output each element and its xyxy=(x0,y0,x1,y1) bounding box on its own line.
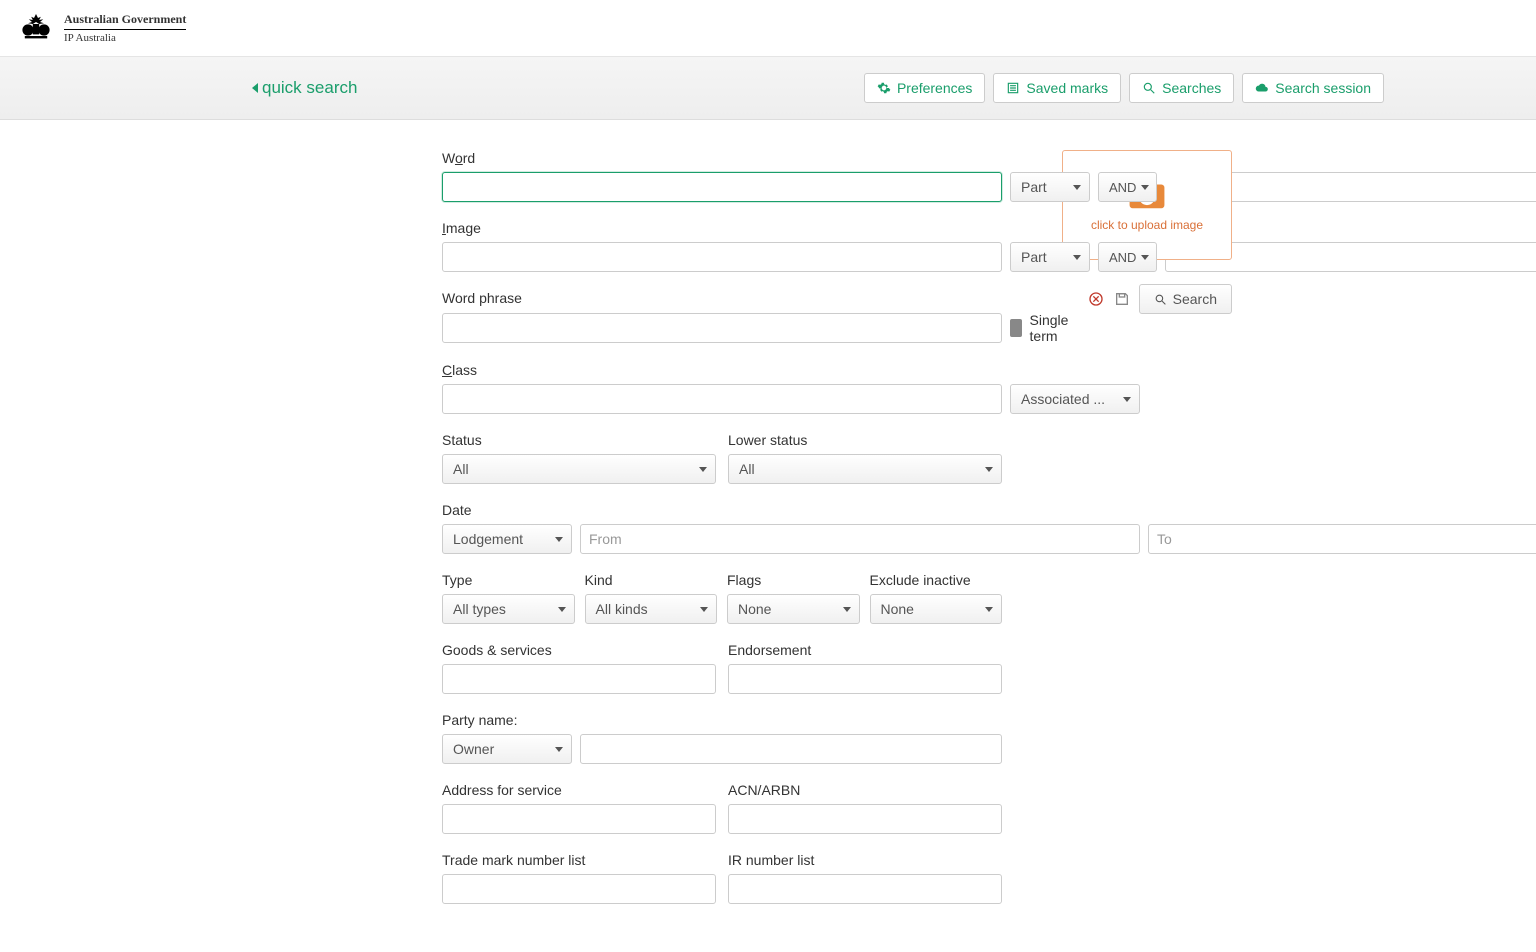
image-part-select-1[interactable]: Part xyxy=(1010,242,1090,272)
acn-arbn-label: ACN/ARBN xyxy=(728,782,1002,798)
word-operator-select[interactable]: AND xyxy=(1098,172,1157,202)
endorsement-label: Endorsement xyxy=(728,642,1002,658)
type-select[interactable]: All types xyxy=(442,594,575,624)
search-icon xyxy=(1142,81,1156,95)
word-label: Word xyxy=(442,150,1002,166)
logo-text: Australian Government IP Australia xyxy=(64,12,186,44)
quick-search-label: quick search xyxy=(262,78,357,98)
searches-button[interactable]: Searches xyxy=(1129,73,1234,103)
party-name-label: Party name: xyxy=(442,712,1002,728)
checkbox-icon xyxy=(1010,319,1022,337)
class-label: Class xyxy=(442,362,1002,378)
clear-button[interactable] xyxy=(1087,290,1105,308)
image-label: Image xyxy=(442,220,1002,236)
address-service-label: Address for service xyxy=(442,782,716,798)
image-operator-select[interactable]: AND xyxy=(1098,242,1157,272)
cloud-icon xyxy=(1255,81,1269,95)
party-type-select[interactable]: Owner xyxy=(442,734,572,764)
close-circle-icon xyxy=(1088,291,1104,307)
save-icon xyxy=(1114,291,1130,307)
goods-services-label: Goods & services xyxy=(442,642,716,658)
class-associated-select[interactable]: Associated ... xyxy=(1010,384,1140,414)
upload-caption: click to upload image xyxy=(1091,218,1203,232)
type-label: Type xyxy=(442,572,575,588)
lower-status-select[interactable]: All xyxy=(728,454,1002,484)
preferences-button[interactable]: Preferences xyxy=(864,73,985,103)
flags-label: Flags xyxy=(727,572,860,588)
lower-status-label: Lower status xyxy=(728,432,1002,448)
acn-arbn-input[interactable] xyxy=(728,804,1002,834)
kind-label: Kind xyxy=(585,572,718,588)
kind-select[interactable]: All kinds xyxy=(585,594,718,624)
image-input-1[interactable] xyxy=(442,242,1002,272)
gov-label: Australian Government xyxy=(64,12,186,30)
status-select[interactable]: All xyxy=(442,454,716,484)
exclude-inactive-select[interactable]: None xyxy=(870,594,1003,624)
save-button[interactable] xyxy=(1113,290,1131,308)
date-from-input[interactable] xyxy=(580,524,1140,554)
saved-marks-button[interactable]: Saved marks xyxy=(993,73,1121,103)
quick-search-link[interactable]: quick search xyxy=(252,78,357,98)
tm-number-list-input[interactable] xyxy=(442,874,716,904)
ir-number-list-input[interactable] xyxy=(728,874,1002,904)
date-label: Date xyxy=(442,502,1002,518)
top-header: Australian Government IP Australia xyxy=(0,0,1536,57)
coat-of-arms-icon xyxy=(16,8,56,48)
search-icon xyxy=(1154,293,1167,306)
chevron-left-icon xyxy=(252,83,258,93)
list-icon xyxy=(1006,81,1020,95)
tm-number-list-label: Trade mark number list xyxy=(442,852,716,868)
ir-number-list-label: IR number list xyxy=(728,852,1002,868)
subnav: quick search Preferences Saved marks Sea… xyxy=(0,57,1536,120)
goods-services-input[interactable] xyxy=(442,664,716,694)
exclude-inactive-label: Exclude inactive xyxy=(870,572,1003,588)
org-label: IP Australia xyxy=(64,32,186,44)
search-button[interactable]: Search xyxy=(1139,284,1232,314)
word-part-select-1[interactable]: Part xyxy=(1010,172,1090,202)
search-session-button[interactable]: Search session xyxy=(1242,73,1384,103)
class-input[interactable] xyxy=(442,384,1002,414)
word-phrase-input[interactable] xyxy=(442,313,1002,343)
date-type-select[interactable]: Lodgement xyxy=(442,524,572,554)
status-label: Status xyxy=(442,432,716,448)
word-input-1[interactable] xyxy=(442,172,1002,202)
address-service-input[interactable] xyxy=(442,804,716,834)
flags-select[interactable]: None xyxy=(727,594,860,624)
word-phrase-label: Word phrase xyxy=(442,290,1002,306)
endorsement-input[interactable] xyxy=(728,664,1002,694)
gear-icon xyxy=(877,81,891,95)
party-name-input[interactable] xyxy=(580,734,1002,764)
